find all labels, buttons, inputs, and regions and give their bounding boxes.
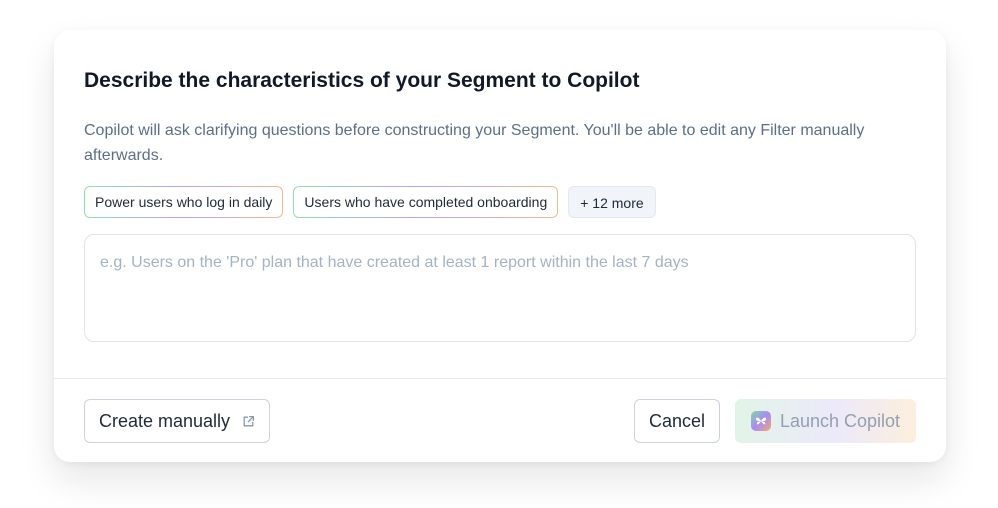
suggestion-chip-completed-onboarding[interactable]: Users who have completed onboarding bbox=[293, 186, 559, 218]
launch-copilot-button[interactable]: Launch Copilot bbox=[735, 399, 916, 443]
suggestion-chip-label: Users who have completed onboarding bbox=[294, 187, 558, 217]
dialog-title: Describe the characteristics of your Seg… bbox=[84, 69, 640, 92]
suggestion-chip-label: Power users who log in daily bbox=[85, 187, 283, 217]
cancel-button[interactable]: Cancel bbox=[634, 399, 720, 443]
launch-copilot-label: Launch Copilot bbox=[779, 410, 901, 431]
copilot-segment-dialog: Describe the characteristics of your Seg… bbox=[54, 30, 946, 462]
dialog-description: Copilot will ask clarifying questions be… bbox=[84, 122, 865, 164]
suggestion-chip-power-users[interactable]: Power users who log in daily bbox=[84, 186, 284, 218]
more-suggestions-button[interactable]: + 12 more bbox=[568, 186, 656, 218]
suggestion-chips: Power users who log in daily Users who h… bbox=[84, 186, 656, 218]
copilot-logo-icon bbox=[750, 411, 771, 431]
footer-divider bbox=[54, 378, 946, 379]
segment-description-input[interactable] bbox=[84, 234, 916, 342]
create-manually-label: Create manually bbox=[98, 410, 231, 431]
create-manually-button[interactable]: Create manually bbox=[84, 399, 270, 443]
external-link-icon bbox=[242, 415, 255, 428]
